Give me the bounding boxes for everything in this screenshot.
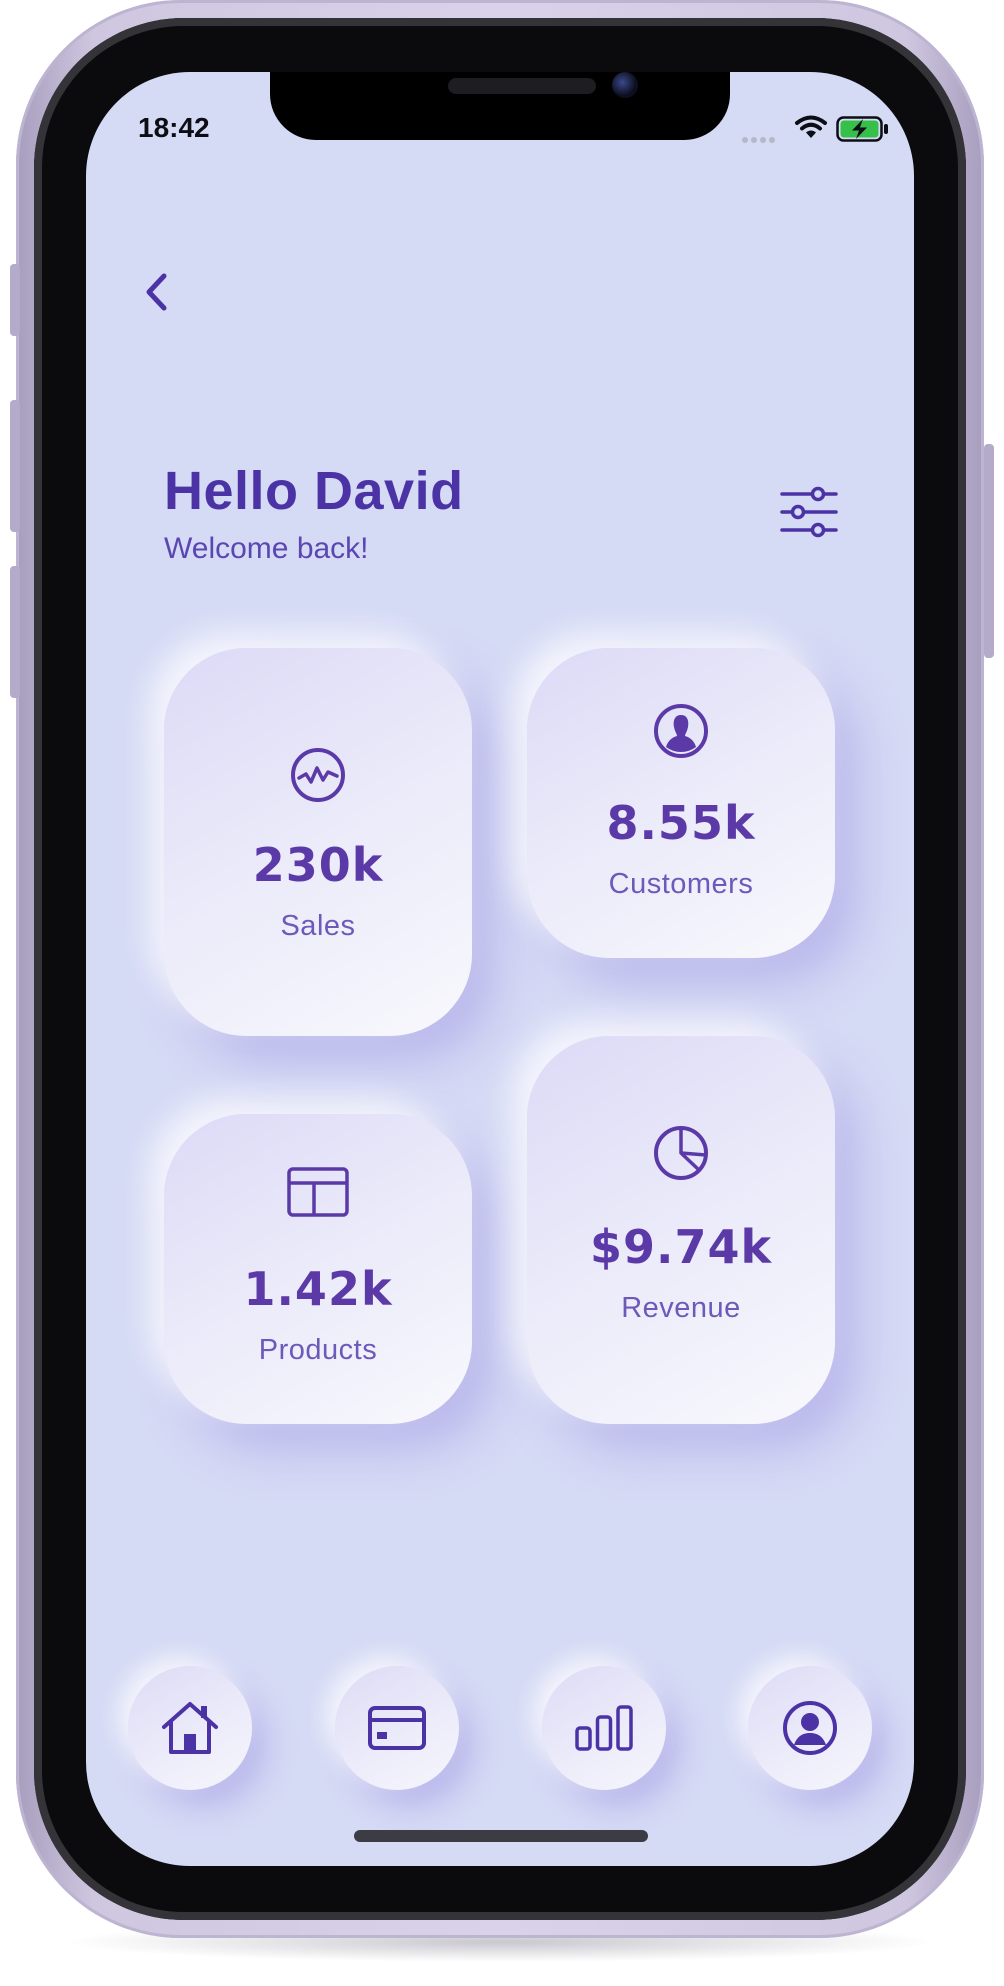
activity-chart-icon [291, 748, 345, 802]
status-indicators [742, 112, 892, 148]
bar-chart-icon [575, 1705, 633, 1751]
app-screen: 18:42 Hello David Welcome back! 230k Sal… [86, 72, 914, 1866]
volume-down-button [10, 566, 20, 698]
customers-value: 8.55k [606, 796, 756, 850]
revenue-label: Revenue [621, 1292, 741, 1324]
filter-sliders-icon[interactable] [778, 484, 840, 540]
power-button [984, 444, 994, 658]
stat-card-customers[interactable]: 8.55k Customers [527, 648, 835, 958]
revenue-value: $9.74k [589, 1220, 773, 1274]
speaker-grille [448, 78, 596, 94]
back-chevron-icon[interactable] [134, 262, 178, 322]
sales-label: Sales [280, 910, 356, 942]
stat-card-revenue[interactable]: $9.74k Revenue [527, 1036, 835, 1424]
front-camera [612, 72, 638, 98]
stat-card-products[interactable]: 1.42k Products [164, 1114, 472, 1424]
home-indicator[interactable] [354, 1830, 648, 1842]
volume-up-button [10, 400, 20, 532]
wifi-icon [795, 115, 827, 138]
nav-profile-button[interactable] [748, 1666, 872, 1790]
nav-home-button[interactable] [128, 1666, 252, 1790]
greeting-subtitle: Welcome back! [164, 532, 369, 565]
products-label: Products [258, 1334, 378, 1366]
stat-card-sales[interactable]: 230k Sales [164, 648, 472, 1036]
greeting-title: Hello David [164, 461, 464, 521]
nav-cards-button[interactable] [335, 1666, 459, 1790]
user-icon [654, 704, 708, 758]
customers-label: Customers [608, 868, 754, 900]
home-icon [162, 1702, 218, 1754]
credit-card-icon [368, 1706, 426, 1750]
products-value: 1.42k [243, 1262, 393, 1316]
cellular-signal-icon [742, 128, 778, 147]
sales-value: 230k [252, 838, 384, 892]
layout-icon [287, 1167, 349, 1217]
notch [270, 72, 730, 140]
nav-stats-button[interactable] [542, 1666, 666, 1790]
pie-chart-icon [654, 1126, 708, 1180]
silent-switch [10, 264, 20, 336]
status-time: 18:42 [138, 112, 210, 143]
battery-charging-icon [836, 116, 888, 142]
user-circle-icon [783, 1701, 837, 1755]
